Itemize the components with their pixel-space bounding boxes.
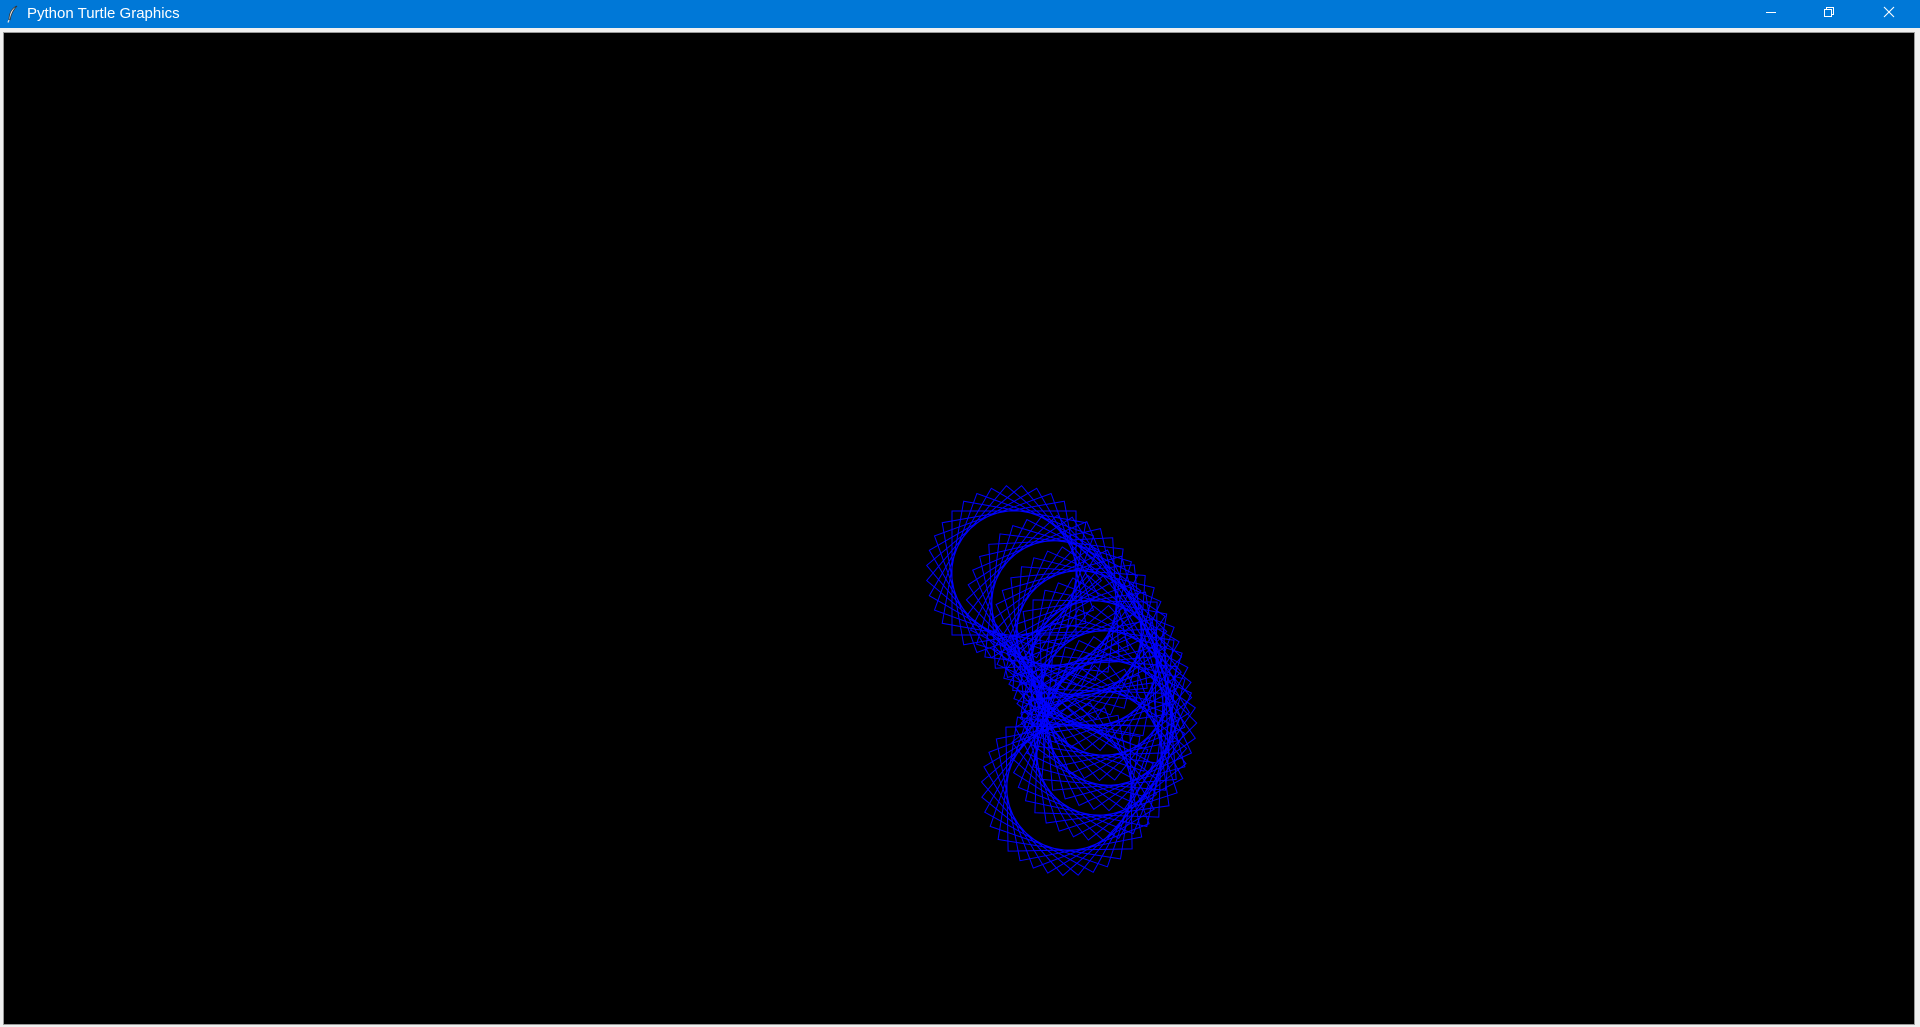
- square-stroke: [925, 484, 1103, 662]
- close-icon: [1883, 5, 1895, 23]
- spirograph-drawing: [925, 484, 1198, 877]
- close-button[interactable]: [1858, 0, 1920, 28]
- square-stroke: [933, 492, 1095, 654]
- square-ring: [980, 699, 1158, 877]
- square-stroke: [925, 484, 1103, 662]
- minimize-button[interactable]: [1742, 0, 1800, 28]
- title-bar[interactable]: Python Turtle Graphics: [0, 0, 1920, 28]
- window-title: Python Turtle Graphics: [27, 5, 180, 22]
- feather-icon: [6, 5, 20, 23]
- minimize-icon: [1765, 5, 1777, 23]
- square-stroke: [984, 703, 1154, 873]
- square-ring: [925, 484, 1103, 662]
- restore-button[interactable]: [1800, 0, 1858, 28]
- square-stroke: [933, 492, 1095, 654]
- restore-icon: [1823, 5, 1835, 23]
- turtle-window: Python Turtle Graphics: [0, 0, 1920, 1027]
- square-stroke: [1001, 555, 1157, 711]
- turtle-canvas[interactable]: [3, 32, 1915, 1025]
- square-stroke: [983, 702, 1155, 874]
